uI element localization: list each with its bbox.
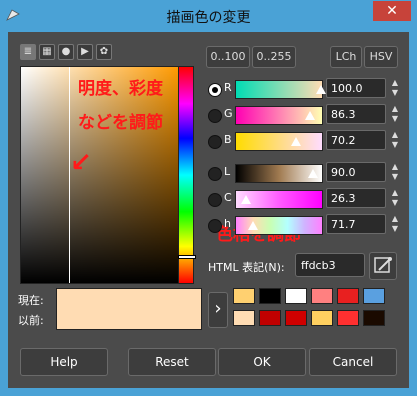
history-swatch[interactable] [285, 288, 307, 304]
lch-button[interactable]: LCh [330, 46, 362, 68]
range-0-100-button[interactable]: 0..100 [206, 46, 250, 68]
channel-row-b: B 70.2 ▲ ▼ [208, 130, 403, 152]
ok-button[interactable]: OK [218, 348, 306, 376]
add-to-history-button[interactable]: › [208, 292, 228, 328]
channel-slider-l[interactable] [235, 164, 323, 183]
channel-row-c: C 26.3 ▲ ▼ [208, 188, 403, 210]
history-swatch[interactable] [285, 310, 307, 326]
reset-button[interactable]: Reset [128, 348, 216, 376]
current-color-swatch [56, 288, 202, 330]
history-swatch[interactable] [233, 310, 255, 326]
watercolor-icon[interactable]: ● [58, 44, 74, 60]
channel-slider-h[interactable] [235, 216, 323, 235]
channel-slider-r[interactable] [235, 80, 327, 99]
window-title: 描画色の変更 [166, 10, 251, 26]
color-picker-button[interactable] [369, 252, 397, 280]
channel-row-h: h 71.7 ▲ ▼ [208, 214, 403, 236]
spin-buttons[interactable]: ▲ ▼ [388, 214, 402, 234]
hue-marker[interactable] [178, 255, 196, 259]
history-swatch[interactable] [363, 288, 385, 304]
slider-marker[interactable] [241, 195, 252, 204]
spin-buttons[interactable]: ▲ ▼ [388, 188, 402, 208]
slider-marker[interactable] [316, 85, 327, 94]
previous-color-label: 以前: [18, 314, 44, 327]
color-scale-icon[interactable]: ≣ [20, 44, 36, 60]
spin-buttons[interactable]: ▲ ▼ [388, 130, 402, 150]
hue-strip[interactable] [178, 66, 196, 284]
channel-label: B [224, 133, 232, 146]
history-swatch[interactable] [233, 288, 255, 304]
history-swatch[interactable] [311, 310, 333, 326]
title-bar[interactable]: 描画色の変更 ✕ [0, 0, 417, 32]
slider-marker[interactable] [291, 137, 302, 146]
channel-value-h[interactable]: 71.7 [326, 214, 386, 234]
channel-slider-b[interactable] [235, 132, 323, 151]
history-swatch[interactable] [259, 310, 281, 326]
help-button[interactable]: Help [20, 348, 108, 376]
slider-marker[interactable] [308, 169, 319, 178]
channel-row-r: R 100.0 ▲ ▼ [208, 78, 403, 100]
channel-slider-c[interactable] [235, 190, 323, 209]
channel-value-b[interactable]: 70.2 [326, 130, 386, 150]
channel-value-c[interactable]: 26.3 [326, 188, 386, 208]
channel-label: L [224, 165, 231, 178]
annotation-arrow-left: ↙ [70, 148, 92, 178]
channel-value-l[interactable]: 90.0 [326, 162, 386, 182]
channel-row-g: G 86.3 ▲ ▼ [208, 104, 403, 126]
channel-label: R [224, 81, 232, 94]
spin-buttons[interactable]: ▲ ▼ [388, 162, 402, 182]
channel-value-g[interactable]: 86.3 [326, 104, 386, 124]
color-dialog-window: 描画色の変更 ✕ ≣ ▦ ● ▶ ✿ 明度、彩度 などを調節 ↙ 色相を調節 0… [0, 0, 417, 396]
channel-label: h [224, 217, 231, 230]
channel-radio-r[interactable] [208, 83, 222, 97]
history-swatch[interactable] [363, 310, 385, 326]
history-swatch[interactable] [311, 288, 333, 304]
channel-radio-g[interactable] [208, 109, 222, 123]
triangle-icon[interactable]: ▶ [77, 44, 93, 60]
channel-radio-c[interactable] [208, 193, 222, 207]
current-color-label: 現在: [18, 294, 44, 307]
channel-row-l: L 90.0 ▲ ▼ [208, 162, 403, 184]
close-button[interactable]: ✕ [373, 1, 411, 21]
slider-marker[interactable] [304, 111, 315, 120]
hsv-button[interactable]: HSV [364, 46, 398, 68]
slider-marker[interactable] [248, 221, 259, 230]
range-0-255-button[interactable]: 0..255 [252, 46, 296, 68]
channel-radio-l[interactable] [208, 167, 222, 181]
cancel-button[interactable]: Cancel [309, 348, 397, 376]
palette-icon[interactable]: ▦ [39, 44, 55, 60]
html-notation-input[interactable]: ffdcb3 [295, 253, 365, 277]
channel-label: G [224, 107, 233, 120]
annotation-brightness-saturation: 明度、彩度 などを調節 [78, 79, 163, 133]
history-swatch[interactable] [337, 288, 359, 304]
selector-tabs: ≣ ▦ ● ▶ ✿ [20, 44, 112, 62]
spin-buttons[interactable]: ▲ ▼ [388, 104, 402, 124]
channel-radio-b[interactable] [208, 135, 222, 149]
channel-slider-g[interactable] [235, 106, 323, 125]
channel-radio-h[interactable] [208, 219, 222, 233]
dialog-content: ≣ ▦ ● ▶ ✿ 明度、彩度 などを調節 ↙ 色相を調節 0..100 0..… [8, 32, 409, 388]
paint-palette-icon[interactable]: ✿ [96, 44, 112, 60]
spin-buttons[interactable]: ▲ ▼ [388, 78, 402, 98]
html-notation-label: HTML 表記(N): [208, 261, 285, 274]
history-swatch[interactable] [259, 288, 281, 304]
channel-value-r[interactable]: 100.0 [326, 78, 386, 98]
history-swatch[interactable] [337, 310, 359, 326]
channel-label: C [224, 191, 232, 204]
